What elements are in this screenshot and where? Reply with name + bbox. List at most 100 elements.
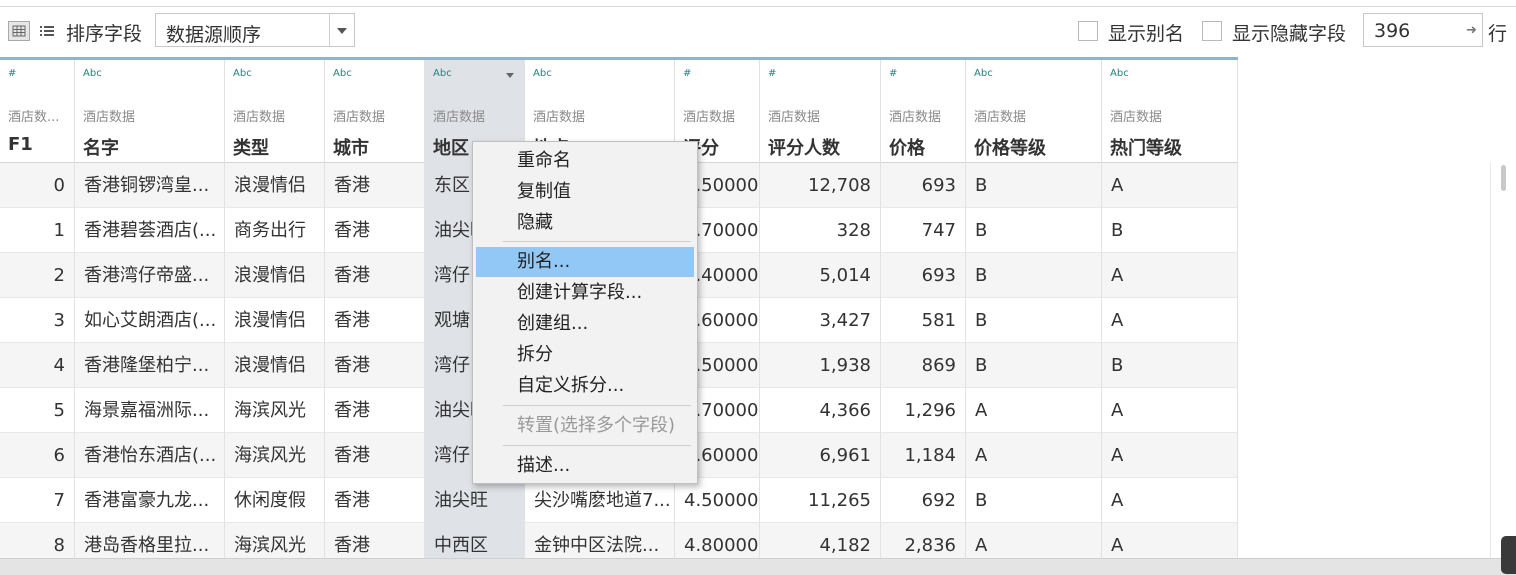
cell-name[interactable]: 香港铜锣湾皇... — [75, 163, 225, 208]
cell-city[interactable]: 香港 — [325, 523, 425, 558]
cell-price-level[interactable]: B — [966, 478, 1102, 523]
cell-city[interactable]: 香港 — [325, 163, 425, 208]
cell-price[interactable]: 869 — [881, 343, 966, 388]
cell-city[interactable]: 香港 — [325, 433, 425, 478]
cell-rating-count[interactable]: 1,938 — [760, 343, 881, 388]
cell-rating-count[interactable]: 3,427 — [760, 298, 881, 343]
number-type-icon[interactable]: # — [8, 68, 16, 79]
cell-popularity-level[interactable]: A — [1102, 478, 1238, 523]
scroll-corner-handle[interactable] — [1501, 536, 1516, 574]
cell-price-level[interactable]: B — [966, 253, 1102, 298]
menu-item[interactable]: 创建组... — [476, 309, 694, 339]
cell-price-level[interactable]: B — [966, 343, 1102, 388]
cell-price-level[interactable]: B — [966, 298, 1102, 343]
menu-item[interactable]: 描述... — [476, 451, 694, 481]
column-header-rating-count[interactable]: # 酒店数据 评分人数 — [760, 60, 881, 163]
row-count-input[interactable]: 396 ➜ — [1363, 13, 1483, 47]
cell-name[interactable]: 香港碧荟酒店(... — [75, 208, 225, 253]
cell-f1[interactable]: 3 — [0, 298, 75, 343]
number-type-icon[interactable]: # — [768, 68, 776, 79]
cell-name[interactable]: 香港富豪九龙... — [75, 478, 225, 523]
cell-rating[interactable]: 4.80000 — [675, 523, 760, 558]
cell-price[interactable]: 747 — [881, 208, 966, 253]
cell-price[interactable]: 1,184 — [881, 433, 966, 478]
cell-type[interactable]: 海滨风光 — [225, 433, 325, 478]
arrow-right-icon[interactable]: ➜ — [1466, 23, 1477, 38]
string-type-icon[interactable]: Abc — [233, 68, 252, 79]
cell-name[interactable]: 香港湾仔帝盛... — [75, 253, 225, 298]
cell-f1[interactable]: 2 — [0, 253, 75, 298]
cell-rating-count[interactable]: 11,265 — [760, 478, 881, 523]
column-header-f1[interactable]: # 酒店数... F1 — [0, 60, 75, 163]
cell-price[interactable]: 693 — [881, 163, 966, 208]
menu-item[interactable]: 别名... — [476, 247, 694, 277]
column-header-city[interactable]: Abc 酒店数据 城市 — [325, 60, 425, 163]
cell-popularity-level[interactable]: B — [1102, 208, 1238, 253]
show-alias-checkbox[interactable] — [1078, 21, 1098, 41]
cell-location[interactable]: 金钟中区法院... — [525, 523, 675, 558]
sort-field-select[interactable]: 数据源顺序 — [155, 13, 355, 47]
number-type-icon[interactable]: # — [889, 68, 897, 79]
cell-name[interactable]: 如心艾朗酒店(... — [75, 298, 225, 343]
cell-popularity-level[interactable]: B — [1102, 343, 1238, 388]
cell-rating-count[interactable]: 4,366 — [760, 388, 881, 433]
cell-name[interactable]: 港岛香格里拉... — [75, 523, 225, 558]
cell-location[interactable]: 尖沙嘴麽地道7... — [525, 478, 675, 523]
cell-type[interactable]: 海滨风光 — [225, 523, 325, 558]
cell-city[interactable]: 香港 — [325, 208, 425, 253]
cell-type[interactable]: 浪漫情侣 — [225, 253, 325, 298]
cell-popularity-level[interactable]: A — [1102, 298, 1238, 343]
column-header-type[interactable]: Abc 酒店数据 类型 — [225, 60, 325, 163]
grid-view-icon[interactable] — [8, 21, 30, 41]
menu-item[interactable]: 创建计算字段... — [476, 278, 694, 308]
cell-price[interactable]: 581 — [881, 298, 966, 343]
cell-price-level[interactable]: A — [966, 523, 1102, 558]
cell-price-level[interactable]: B — [966, 208, 1102, 253]
number-type-icon[interactable]: # — [683, 68, 691, 79]
cell-popularity-level[interactable]: A — [1102, 163, 1238, 208]
string-type-icon[interactable]: Abc — [533, 68, 552, 79]
cell-popularity-level[interactable]: A — [1102, 388, 1238, 433]
cell-city[interactable]: 香港 — [325, 298, 425, 343]
cell-type[interactable]: 浪漫情侣 — [225, 298, 325, 343]
column-header-price-level[interactable]: Abc 酒店数据 价格等级 — [966, 60, 1102, 163]
string-type-icon[interactable]: Abc — [1110, 68, 1129, 79]
chevron-down-icon[interactable] — [506, 73, 514, 78]
cell-f1[interactable]: 7 — [0, 478, 75, 523]
cell-price[interactable]: 692 — [881, 478, 966, 523]
vertical-scroll-thumb[interactable] — [1501, 165, 1506, 191]
cell-f1[interactable]: 4 — [0, 343, 75, 388]
cell-type[interactable]: 商务出行 — [225, 208, 325, 253]
cell-rating-count[interactable]: 4,182 — [760, 523, 881, 558]
cell-name[interactable]: 香港怡东酒店(... — [75, 433, 225, 478]
menu-item[interactable]: 拆分 — [476, 340, 694, 370]
cell-popularity-level[interactable]: A — [1102, 523, 1238, 558]
cell-price[interactable]: 1,296 — [881, 388, 966, 433]
cell-type[interactable]: 浪漫情侣 — [225, 343, 325, 388]
column-header-popularity-level[interactable]: Abc 酒店数据 热门等级 — [1102, 60, 1238, 163]
menu-item[interactable]: 隐藏 — [476, 208, 694, 238]
string-type-icon[interactable]: Abc — [433, 68, 452, 79]
cell-name[interactable]: 香港隆堡柏宁... — [75, 343, 225, 388]
cell-type[interactable]: 海滨风光 — [225, 388, 325, 433]
cell-city[interactable]: 香港 — [325, 478, 425, 523]
cell-popularity-level[interactable]: A — [1102, 253, 1238, 298]
cell-price[interactable]: 693 — [881, 253, 966, 298]
string-type-icon[interactable]: Abc — [974, 68, 993, 79]
cell-name[interactable]: 海景嘉福洲际... — [75, 388, 225, 433]
cell-f1[interactable]: 8 — [0, 523, 75, 558]
horizontal-scrollbar[interactable] — [0, 558, 1516, 575]
cell-rating-count[interactable]: 12,708 — [760, 163, 881, 208]
show-hidden-fields-checkbox[interactable] — [1202, 21, 1222, 41]
cell-city[interactable]: 香港 — [325, 388, 425, 433]
cell-city[interactable]: 香港 — [325, 253, 425, 298]
menu-item[interactable]: 复制值 — [476, 177, 694, 207]
menu-item[interactable]: 重命名 — [476, 146, 694, 176]
cell-price-level[interactable]: B — [966, 163, 1102, 208]
string-type-icon[interactable]: Abc — [333, 68, 352, 79]
cell-price[interactable]: 2,836 — [881, 523, 966, 558]
cell-rating-count[interactable]: 328 — [760, 208, 881, 253]
cell-f1[interactable]: 1 — [0, 208, 75, 253]
cell-rating[interactable]: 4.50000 — [675, 478, 760, 523]
cell-f1[interactable]: 5 — [0, 388, 75, 433]
